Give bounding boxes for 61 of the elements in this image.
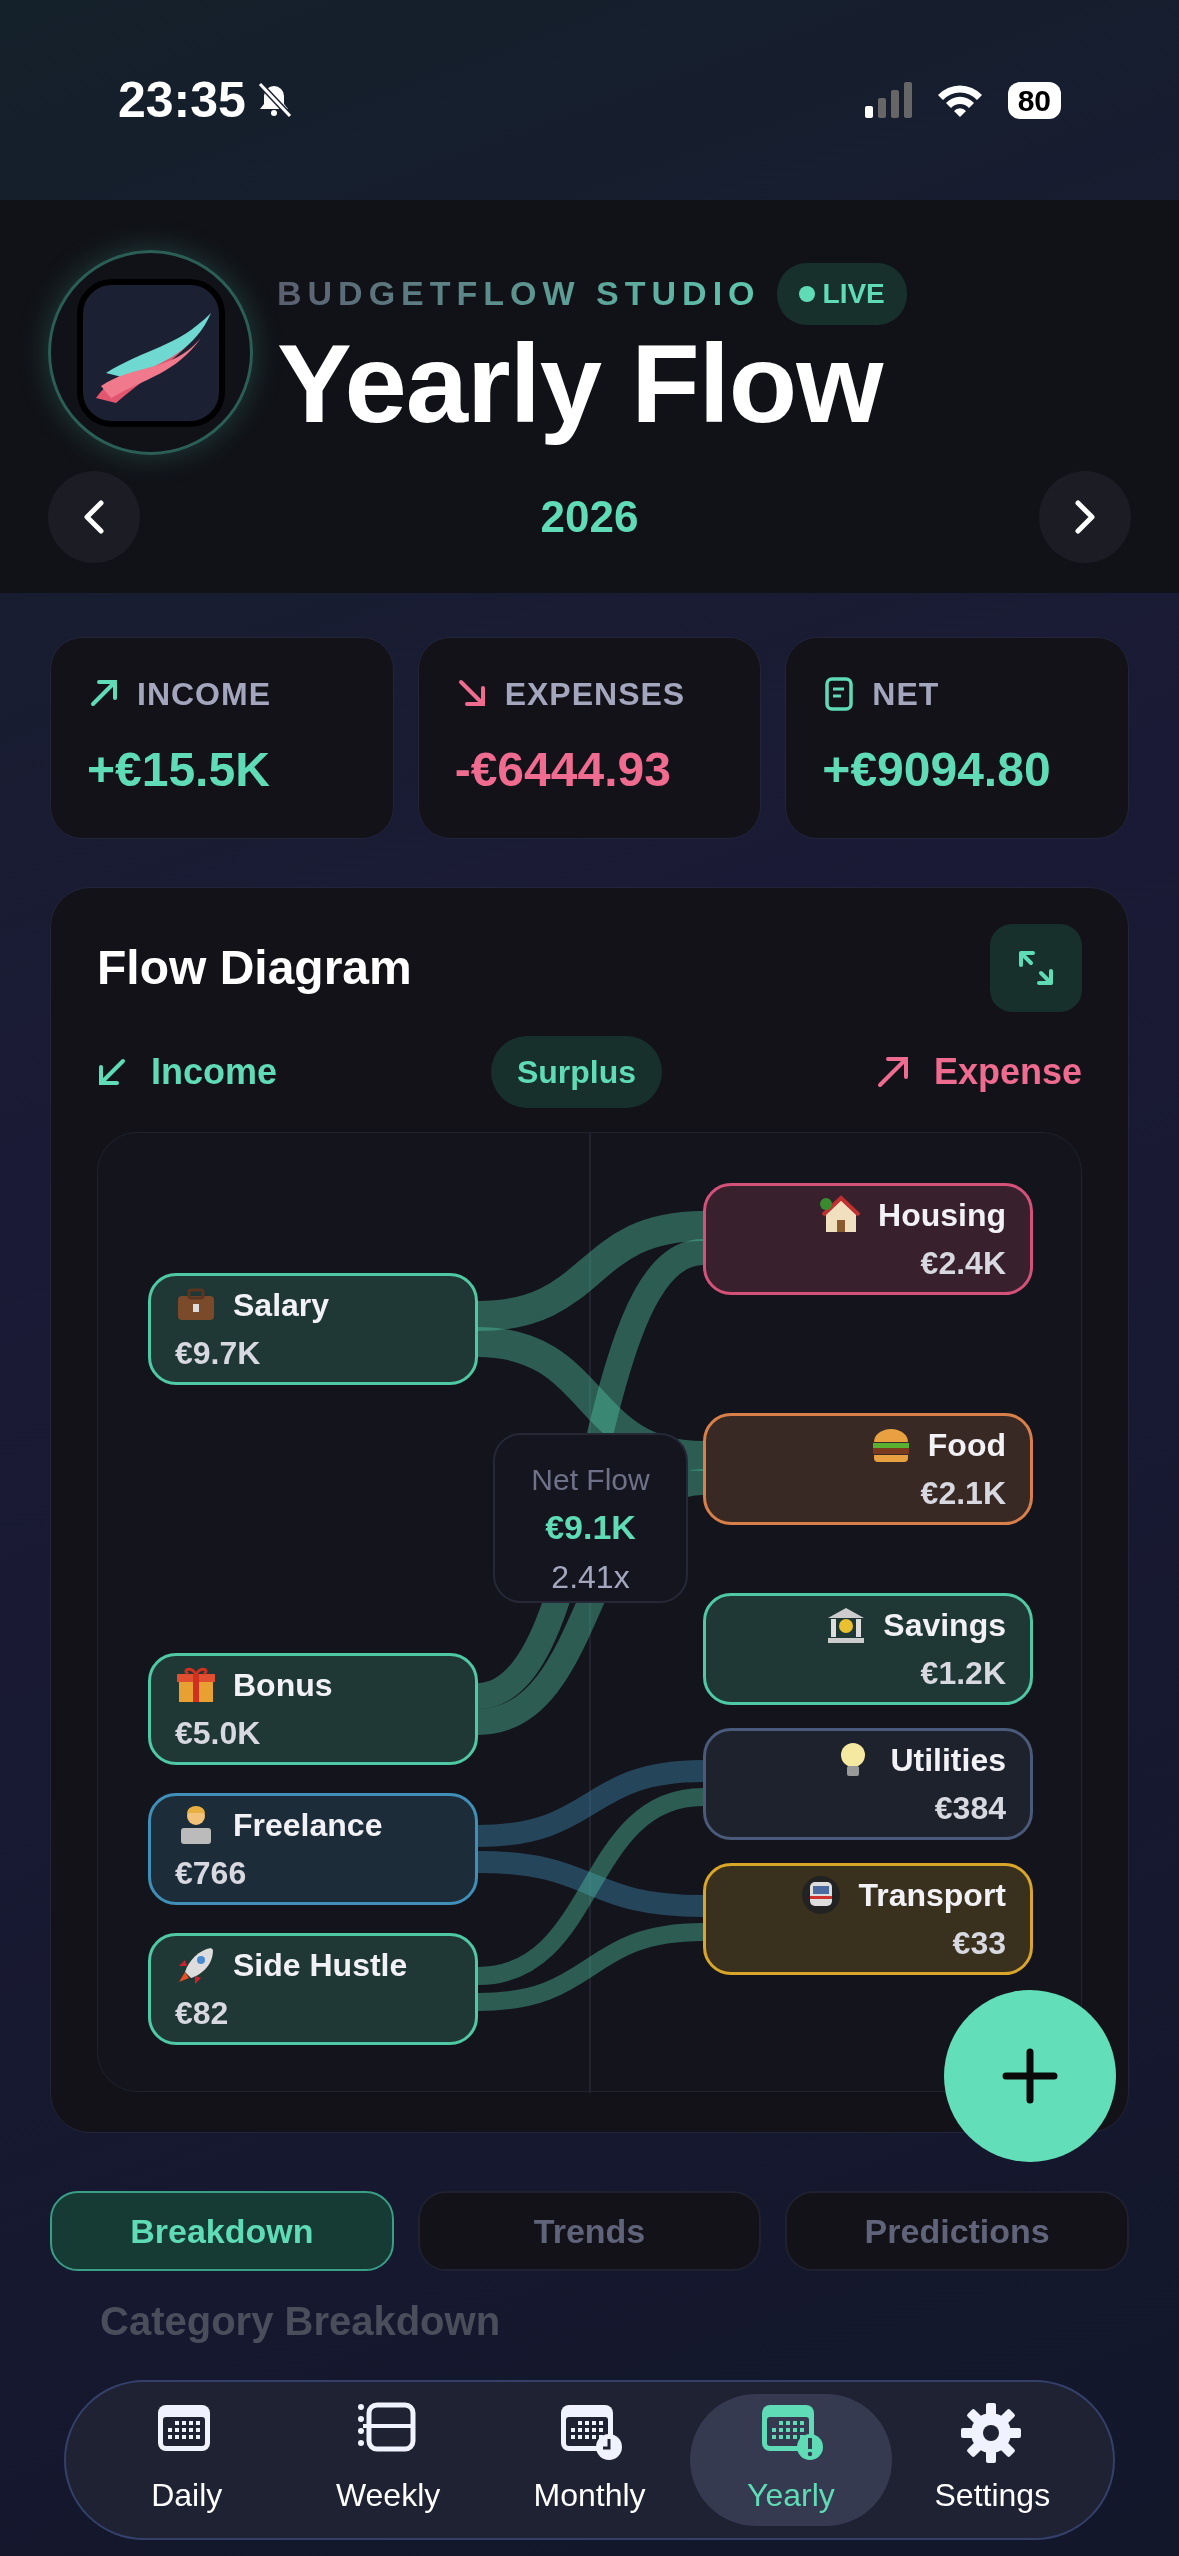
net-flow-value: €9.1K: [544, 1507, 637, 1548]
node-name: Salary: [233, 1286, 330, 1325]
flow-node[interactable]: Housing €2.4K: [703, 1183, 1033, 1295]
stat-value: +€9094.80: [822, 742, 1052, 798]
flow-node[interactable]: Bonus €5.0K: [148, 1653, 478, 1765]
chevron-left-icon: [81, 499, 107, 535]
app-logo-icon: [75, 277, 226, 428]
stat-value: -€6444.93: [454, 742, 672, 798]
stat-value: +€15.5K: [87, 742, 271, 798]
year-label: 2026: [540, 491, 639, 543]
tab-bar-item[interactable]: Daily: [86, 2394, 288, 2526]
flow-node[interactable]: Food €2.1K: [703, 1413, 1033, 1525]
tab-bar-item[interactable]: Weekly: [287, 2394, 489, 2526]
flow-node[interactable]: Salary €9.7K: [148, 1273, 478, 1385]
node-amount: €9.7K: [175, 1334, 262, 1373]
chevron-right-icon: [1072, 499, 1098, 535]
expand-icon: [1017, 949, 1055, 987]
arrow-up-right-icon: [875, 1055, 910, 1089]
tab-bar-item[interactable]: Monthly: [488, 2394, 691, 2526]
page-title: Yearly Flow: [277, 324, 885, 443]
tab-bar-item[interactable]: Settings: [891, 2394, 1094, 2526]
node-amount: €1.2K: [919, 1654, 1006, 1693]
node-amount: €766: [175, 1854, 248, 1893]
net-flow-ratio: 2.41x: [550, 1558, 631, 1597]
legend-label: Expense: [933, 1050, 1082, 1094]
signal-icon: [864, 82, 912, 118]
node-name: Utilities: [890, 1741, 1006, 1780]
flow-node[interactable]: Freelance €766: [148, 1793, 478, 1905]
legend-label: Income: [151, 1050, 278, 1094]
flow-node[interactable]: Transport €33: [703, 1863, 1033, 1975]
stat-label: INCOME: [137, 675, 271, 714]
card-title: Flow Diagram: [97, 940, 412, 996]
node-name: Freelance: [233, 1806, 383, 1845]
battery-level: 80: [1007, 81, 1061, 119]
node-amount: €2.4K: [919, 1244, 1006, 1283]
net-flow-label: Net Flow: [530, 1462, 651, 1498]
train-icon: [800, 1874, 843, 1916]
node-name: Transport: [858, 1876, 1006, 1915]
plus-icon: [1002, 2048, 1058, 2104]
stat-label: EXPENSES: [504, 675, 686, 714]
tab-bar-item[interactable]: Yearly: [690, 2394, 892, 2526]
arrow-down-left-icon: [97, 1057, 127, 1087]
node-name: Food: [927, 1426, 1006, 1465]
expand-button[interactable]: [990, 924, 1082, 1012]
node-name: Side Hustle: [233, 1946, 408, 1985]
status-pill: Surplus: [490, 1036, 663, 1108]
status-time: 23:35: [118, 70, 246, 130]
node-name: Bonus: [233, 1666, 333, 1705]
stat-label: NET: [872, 675, 940, 714]
node-amount: €33: [951, 1924, 1006, 1963]
section-tab[interactable]: Breakdown: [50, 2191, 394, 2271]
flow-node[interactable]: Savings €1.2K: [703, 1593, 1033, 1705]
node-amount: €82: [175, 1994, 230, 2033]
node-amount: €5.0K: [175, 1714, 262, 1753]
node-amount: €2.1K: [919, 1474, 1006, 1513]
flow-node[interactable]: Utilities €384: [703, 1728, 1033, 1840]
node-amount: €384: [933, 1789, 1006, 1828]
node-name: Savings: [883, 1606, 1006, 1645]
live-badge: LIVE: [776, 262, 907, 325]
flow-node[interactable]: Side Hustle €82: [148, 1933, 478, 2045]
node-name: Housing: [878, 1196, 1006, 1235]
